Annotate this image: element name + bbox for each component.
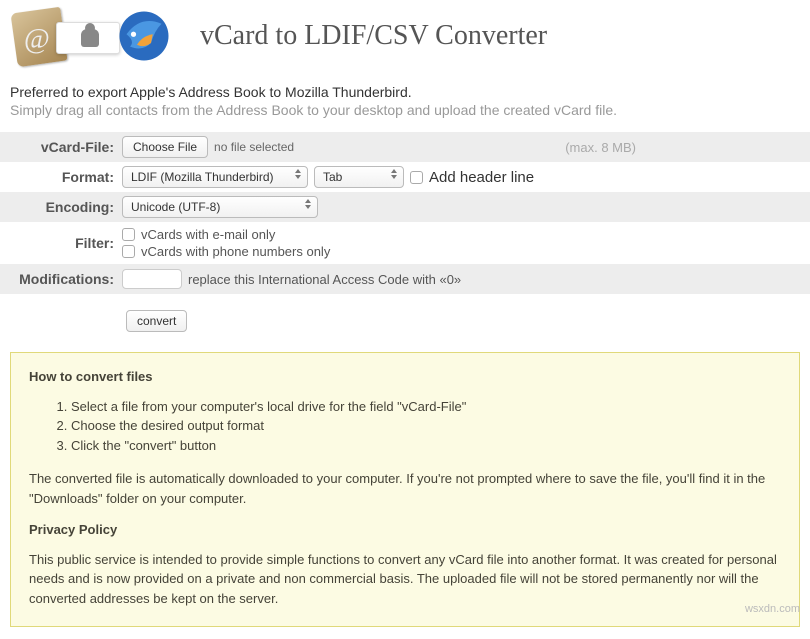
filter-phone-label: vCards with phone numbers only — [141, 244, 330, 259]
delimiter-select-value: Tab — [323, 170, 342, 184]
app-logo: @ — [10, 8, 170, 64]
row-vcard-file: vCard-File: Choose File no file selected… — [0, 132, 810, 162]
how-step-1: Select a file from your computer's local… — [71, 397, 781, 417]
format-select[interactable]: LDIF (Mozilla Thunderbird) — [122, 166, 308, 188]
format-label: Format: — [4, 169, 122, 185]
auto-download-text: The converted file is automatically down… — [29, 469, 781, 508]
encoding-label: Encoding: — [4, 199, 122, 215]
access-code-input[interactable] — [122, 269, 182, 289]
intro-block: Preferred to export Apple's Address Book… — [0, 84, 810, 132]
at-sign-icon: @ — [24, 24, 50, 56]
choose-file-button[interactable]: Choose File — [122, 136, 208, 158]
page-header: @ vCard to LDIF/CSV Converter — [0, 0, 810, 84]
vcard-file-label: vCard-File: — [4, 139, 122, 155]
delimiter-select[interactable]: Tab — [314, 166, 404, 188]
contact-card-icon — [56, 22, 120, 54]
modifications-text: replace this International Access Code w… — [188, 272, 461, 287]
info-panel: How to convert files Select a file from … — [10, 352, 800, 627]
row-convert: convert — [0, 294, 810, 352]
filter-label: Filter: — [4, 235, 122, 251]
max-size-text: (max. 8 MB) — [565, 140, 636, 155]
thunderbird-icon — [116, 8, 172, 64]
format-select-value: LDIF (Mozilla Thunderbird) — [131, 170, 274, 184]
intro-line-1: Preferred to export Apple's Address Book… — [10, 84, 800, 100]
intro-line-2: Simply drag all contacts from the Addres… — [10, 102, 800, 118]
how-to-steps: Select a file from your computer's local… — [29, 397, 781, 456]
how-step-2: Choose the desired output format — [71, 416, 781, 436]
how-step-3: Click the "convert" button — [71, 436, 781, 456]
add-header-label: Add header line — [429, 169, 534, 186]
row-modifications: Modifications: replace this Internationa… — [0, 264, 810, 294]
convert-button[interactable]: convert — [126, 310, 187, 332]
watermark-text: wsxdn.com — [745, 603, 800, 615]
filter-phone-checkbox[interactable] — [122, 245, 135, 258]
encoding-select-value: Unicode (UTF-8) — [131, 200, 220, 214]
how-to-heading: How to convert files — [29, 367, 781, 387]
add-header-checkbox[interactable] — [410, 171, 423, 184]
privacy-text: This public service is intended to provi… — [29, 550, 781, 609]
filter-email-label: vCards with e-mail only — [141, 227, 275, 242]
modifications-label: Modifications: — [4, 271, 122, 287]
row-filter: Filter: vCards with e-mail only vCards w… — [0, 222, 810, 264]
no-file-selected-text: no file selected — [214, 140, 294, 154]
privacy-heading: Privacy Policy — [29, 520, 781, 540]
page-title: vCard to LDIF/CSV Converter — [200, 20, 547, 52]
row-encoding: Encoding: Unicode (UTF-8) — [0, 192, 810, 222]
row-format: Format: LDIF (Mozilla Thunderbird) Tab A… — [0, 162, 810, 192]
filter-email-checkbox[interactable] — [122, 228, 135, 241]
encoding-select[interactable]: Unicode (UTF-8) — [122, 196, 318, 218]
